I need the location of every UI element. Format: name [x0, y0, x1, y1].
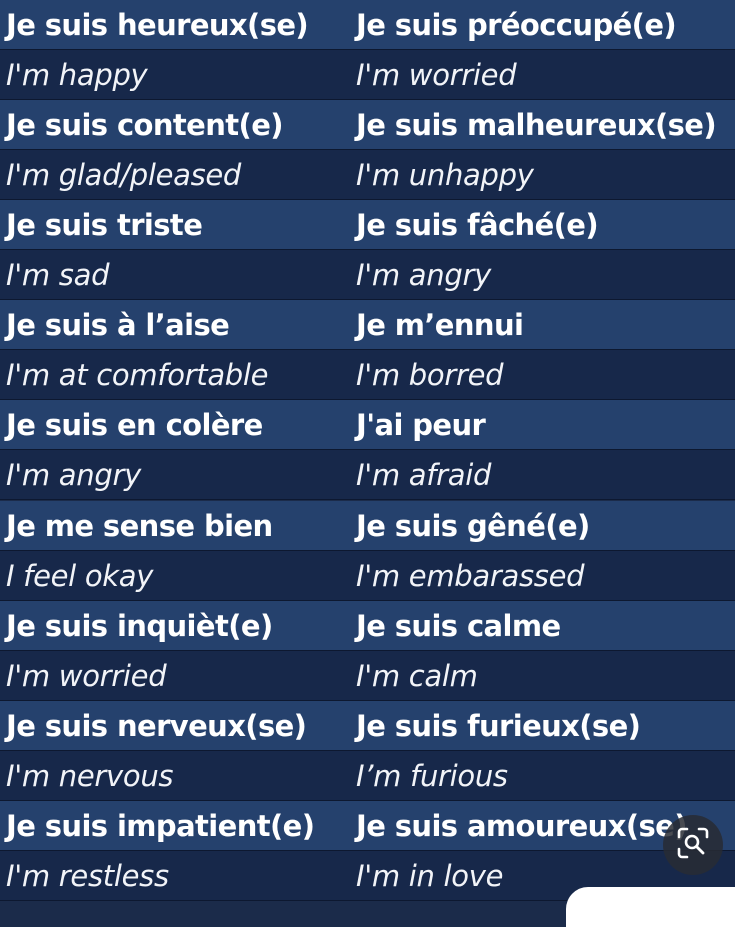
french-phrase: Je suis gêné(e): [356, 508, 590, 543]
french-phrase: Je suis triste: [6, 208, 203, 243]
french-phrase: Je suis impatient(e): [6, 808, 315, 843]
english-translation: I'm restless: [6, 858, 169, 893]
french-phrase: Je suis malheureux(se): [356, 108, 717, 143]
english-translation: I'm worried: [6, 658, 167, 693]
english-translation-row: I'm happy I'm worried: [0, 50, 735, 101]
english-translation-row: I'm sad I'm angry: [0, 250, 735, 301]
english-translation: I'm angry: [356, 258, 491, 293]
english-translation: I'm sad: [6, 258, 110, 293]
french-phrase: Je suis en colère: [6, 408, 263, 443]
french-phrase: Je suis inquièt(e): [6, 608, 273, 643]
vocabulary-table: Je suis heureux(se) Je suis préoccupé(e) I…: [0, 0, 735, 901]
french-phrase: Je me sense bien: [6, 508, 273, 543]
english-translation-row: I'm angry I'm afraid: [0, 450, 735, 501]
french-phrase-row: Je suis heureux(se) Je suis préoccupé(e): [0, 0, 735, 50]
visual-search-icon: [676, 826, 710, 864]
french-phrase: Je suis préoccupé(e): [356, 8, 677, 42]
english-translation: I’m furious: [356, 758, 508, 793]
french-phrase-row: Je me sense bien Je suis gêné(e): [0, 500, 735, 551]
french-phrase: Je suis calme: [356, 608, 561, 643]
english-translation: I'm unhappy: [356, 158, 534, 193]
french-phrase: Je suis content(e): [6, 108, 284, 143]
english-translation: I'm borred: [356, 358, 504, 393]
english-translation-row: I'm glad/pleased I'm unhappy: [0, 150, 735, 201]
english-translation: I'm nervous: [6, 758, 174, 793]
english-translation: I'm calm: [356, 658, 478, 693]
french-phrase-row: Je suis content(e) Je suis malheureux(se): [0, 100, 735, 151]
french-phrase-row: Je suis nerveux(se) Je suis furieux(se): [0, 700, 735, 751]
french-phrase-row: Je suis inquièt(e) Je suis calme: [0, 600, 735, 651]
english-translation-row: I'm worried I'm calm: [0, 650, 735, 701]
english-translation: I feel okay: [6, 558, 154, 593]
english-translation: I'm at comfortable: [6, 358, 269, 393]
english-translation: I'm glad/pleased: [6, 158, 242, 193]
visual-search-button[interactable]: [663, 815, 723, 875]
french-phrase: Je suis à l’aise: [6, 308, 230, 343]
french-phrase: Je m’ennui: [356, 308, 524, 343]
french-phrase: Je suis fâché(e): [356, 208, 599, 243]
french-phrase: Je suis furieux(se): [356, 708, 641, 743]
bottom-sheet-edge: [566, 887, 735, 927]
french-phrase-row: Je suis triste Je suis fâché(e): [0, 200, 735, 251]
english-translation-row: I'm nervous I’m furious: [0, 750, 735, 801]
english-translation: I'm worried: [356, 58, 517, 93]
english-translation: I'm angry: [6, 458, 141, 493]
french-phrase-row: Je suis en colère J'ai peur: [0, 400, 735, 451]
french-phrase-row: Je suis à l’aise Je m’ennui: [0, 300, 735, 351]
french-phrase: J'ai peur: [356, 408, 486, 443]
english-translation-row: I feel okay I'm embarassed: [0, 550, 735, 601]
english-translation: I'm happy: [6, 58, 148, 93]
english-translation: I'm embarassed: [356, 558, 585, 593]
french-phrase-row: Je suis impatient(e) Je suis amoureux(se): [0, 800, 735, 851]
french-phrase: Je suis nerveux(se): [6, 708, 307, 743]
french-phrase: Je suis heureux(se): [6, 8, 309, 42]
english-translation-row: I'm at comfortable I'm borred: [0, 350, 735, 401]
english-translation: I'm afraid: [356, 458, 492, 493]
